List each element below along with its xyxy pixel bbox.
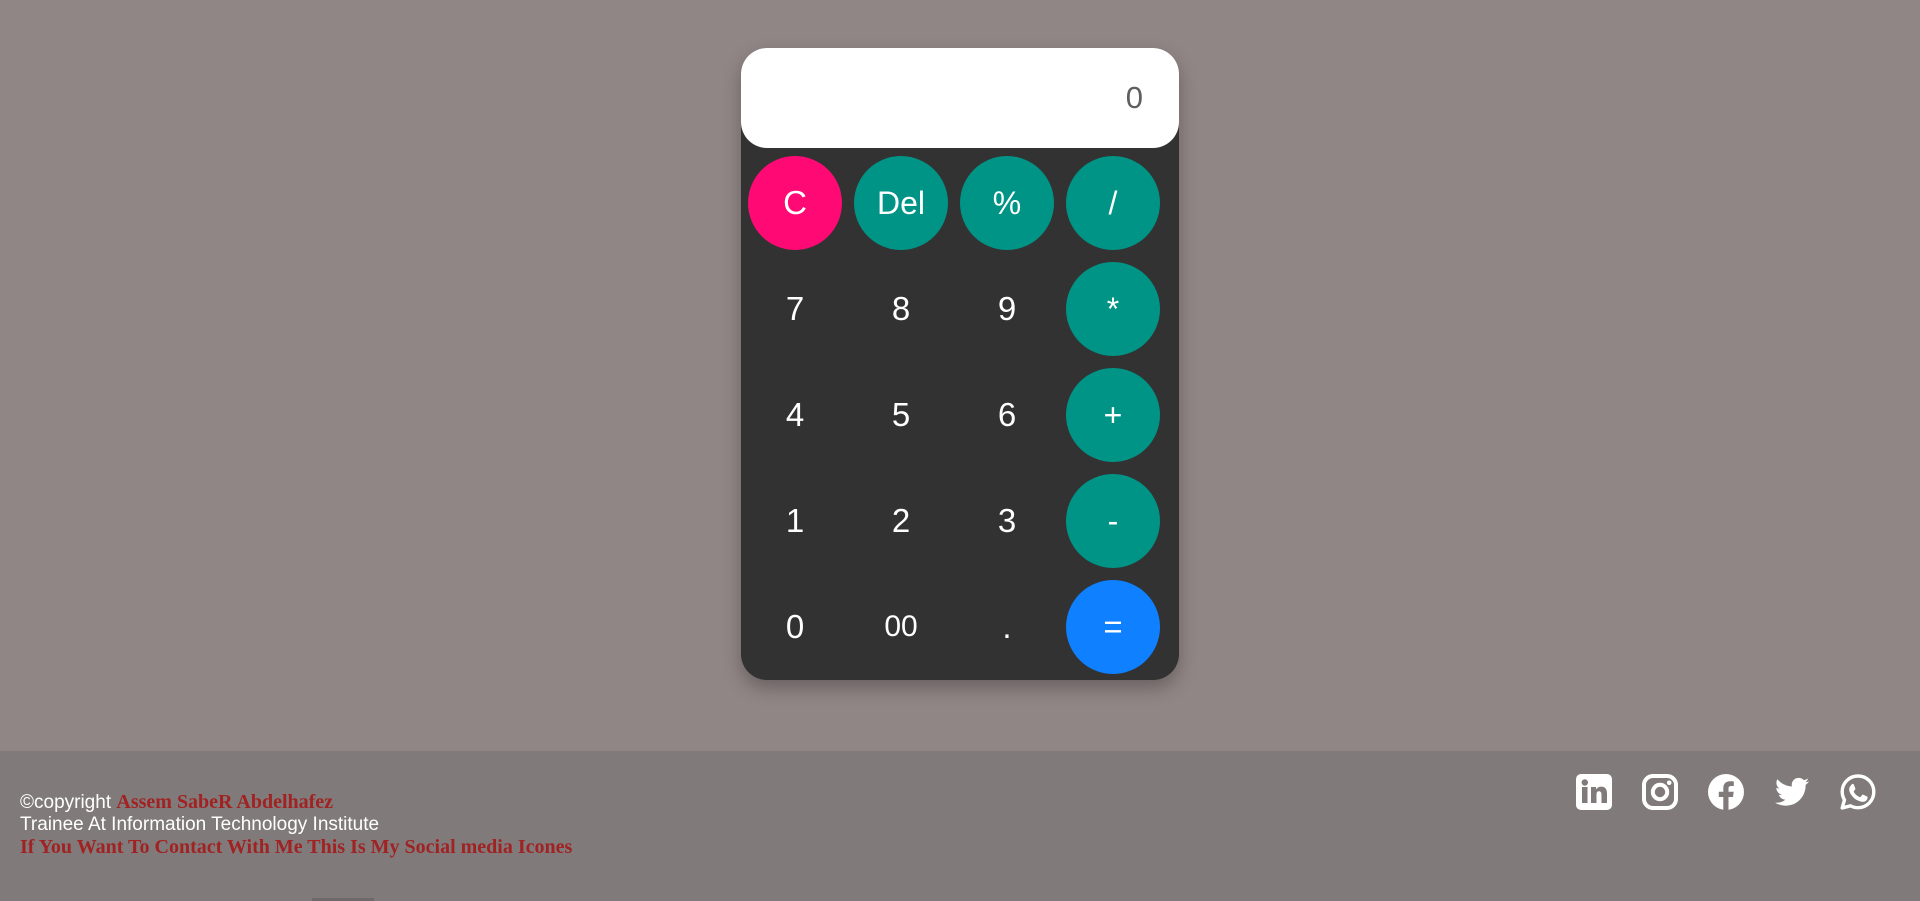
linkedin-icon: [1574, 772, 1614, 812]
seven-button[interactable]: 7: [748, 262, 842, 356]
calculator: C Del % / 7 8 9 * 4 5 6 + 1 2 3 - 0 00 .…: [741, 48, 1179, 680]
six-button[interactable]: 6: [960, 368, 1054, 462]
eight-button[interactable]: 8: [854, 262, 948, 356]
one-button[interactable]: 1: [748, 474, 842, 568]
four-button[interactable]: 4: [748, 368, 842, 462]
instagram-icon: [1640, 772, 1680, 812]
linkedin-link[interactable]: [1574, 772, 1614, 812]
author-name: Assem SabeR Abdelhafez: [116, 791, 334, 813]
twitter-link[interactable]: [1772, 772, 1812, 812]
page-footer: ©copyright Assem SabeR Abdelhafez Traine…: [0, 751, 1920, 901]
zero-button[interactable]: 0: [748, 580, 842, 674]
twitter-icon: [1772, 772, 1812, 812]
multiply-button[interactable]: *: [1066, 262, 1160, 356]
three-button[interactable]: 3: [960, 474, 1054, 568]
nine-button[interactable]: 9: [960, 262, 1054, 356]
facebook-link[interactable]: [1706, 772, 1746, 812]
social-links: [1574, 772, 1878, 812]
percent-button[interactable]: %: [960, 156, 1054, 250]
clear-button[interactable]: C: [748, 156, 842, 250]
footer-subtitle: Trainee At Information Technology Instit…: [20, 814, 380, 835]
five-button[interactable]: 5: [854, 368, 948, 462]
plus-button[interactable]: +: [1066, 368, 1160, 462]
copyright-text: ©copyright: [20, 792, 112, 813]
delete-button[interactable]: Del: [854, 156, 948, 250]
facebook-icon: [1706, 772, 1746, 812]
divide-button[interactable]: /: [1066, 156, 1160, 250]
whatsapp-icon: [1838, 772, 1878, 812]
footer-credits: ©copyright Assem SabeR Abdelhafez Traine…: [20, 791, 572, 858]
keypad: C Del % / 7 8 9 * 4 5 6 + 1 2 3 - 0 00 .…: [741, 48, 1179, 680]
equals-button[interactable]: =: [1066, 580, 1160, 674]
instagram-link[interactable]: [1640, 772, 1680, 812]
double-zero-button[interactable]: 00: [854, 580, 948, 674]
decimal-button[interactable]: .: [960, 580, 1054, 674]
whatsapp-link[interactable]: [1838, 772, 1878, 812]
minus-button[interactable]: -: [1066, 474, 1160, 568]
two-button[interactable]: 2: [854, 474, 948, 568]
contact-text: If You Want To Contact With Me This Is M…: [20, 836, 573, 858]
